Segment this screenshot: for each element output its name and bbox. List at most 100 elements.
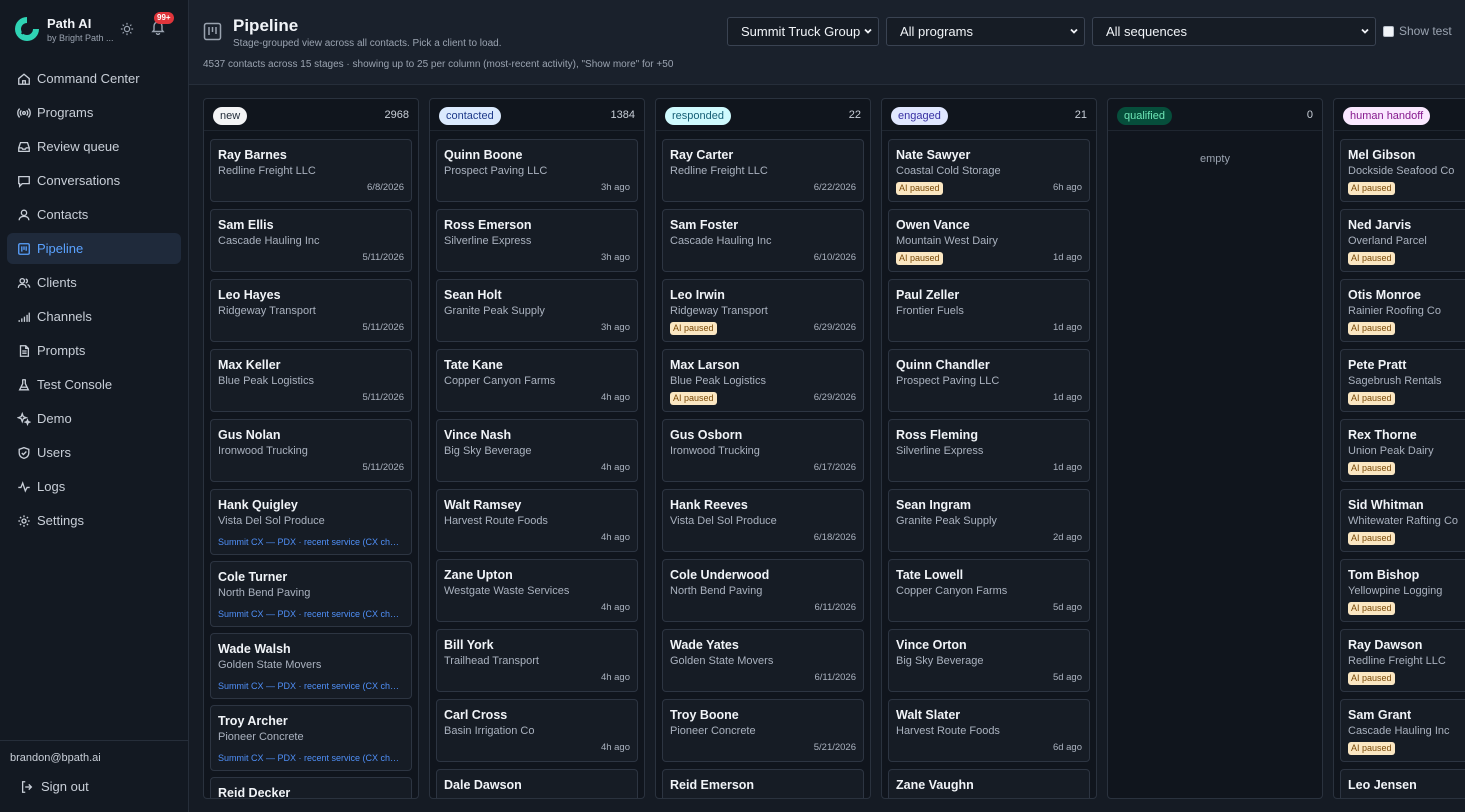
stage-column: contacted 1384 Quinn Boone Prospect Paving … xyxy=(429,98,645,799)
contact-card[interactable]: Walt Ramsey Harvest Route Foods 4h ago xyxy=(436,489,638,552)
sidebar-item-clients[interactable]: Clients xyxy=(7,267,181,298)
sidebar-item-contacts[interactable]: Contacts xyxy=(7,199,181,230)
contact-card[interactable]: Otis Monroe Rainier Roofing Co AI paused xyxy=(1340,279,1465,342)
sidebar-item-logs[interactable]: Logs xyxy=(7,471,181,502)
contact-card[interactable]: Rex Thorne Union Peak Dairy AI paused xyxy=(1340,419,1465,482)
sidebar-item-prompts[interactable]: Prompts xyxy=(7,335,181,366)
sequence-link[interactable]: Summit CX — PDX · recent service (CX che… xyxy=(218,681,404,691)
contact-card[interactable]: Tate Lowell Copper Canyon Farms 5d ago xyxy=(888,559,1090,622)
sidebar-item-command-center[interactable]: Command Center xyxy=(7,63,181,94)
show-test-checkbox[interactable] xyxy=(1383,25,1394,37)
contact-card[interactable]: Tom Bishop Yellowpine Logging AI paused xyxy=(1340,559,1465,622)
theme-toggle-button[interactable] xyxy=(118,20,136,38)
contact-card[interactable]: Hank Quigley Vista Del Sol Produce Summit … xyxy=(210,489,412,555)
contact-card[interactable]: Cole Turner North Bend Paving Summit CX — … xyxy=(210,561,412,627)
contact-card[interactable]: Gus Osborn Ironwood Trucking 6/17/2026 xyxy=(662,419,864,482)
sequence-link[interactable]: Summit CX — PDX · recent service (CX che… xyxy=(218,609,404,619)
last-activity-time: 6/8/2026 xyxy=(367,182,404,193)
contact-card[interactable]: Bill York Trailhead Transport 4h ago xyxy=(436,629,638,692)
contact-card[interactable]: Pete Pratt Sagebrush Rentals AI paused xyxy=(1340,349,1465,412)
contact-name: Tate Lowell xyxy=(896,568,964,582)
contact-card[interactable]: Vince Nash Big Sky Beverage 4h ago xyxy=(436,419,638,482)
sidebar-item-demo[interactable]: Demo xyxy=(7,403,181,434)
contact-card[interactable]: Quinn Boone Prospect Paving LLC 3h ago xyxy=(436,139,638,202)
contact-card[interactable]: Leo Irwin Ridgeway Transport AI paused 6/29… xyxy=(662,279,864,342)
sequence-select-value: All sequences xyxy=(1106,24,1187,39)
contact-card[interactable]: Paul Zeller Frontier Fuels 1d ago xyxy=(888,279,1090,342)
contact-name: Pete Pratt xyxy=(1348,358,1407,372)
contact-card[interactable]: Max Larson Blue Peak Logistics AI paused 6/… xyxy=(662,349,864,412)
sidebar-item-settings[interactable]: Settings xyxy=(7,505,181,536)
contact-card[interactable]: Vince Orton Big Sky Beverage 5d ago xyxy=(888,629,1090,692)
contact-card[interactable]: Zane Vaughn xyxy=(888,769,1090,798)
sidebar-item-programs[interactable]: Programs xyxy=(7,97,181,128)
stage-badge: qualified xyxy=(1117,107,1172,125)
contact-card[interactable]: Wade Yates Golden State Movers 6/11/2026 xyxy=(662,629,864,692)
contact-card[interactable]: Quinn Chandler Prospect Paving LLC 1d ago xyxy=(888,349,1090,412)
inbox-icon xyxy=(17,140,31,154)
stage-column: qualified 0 empty xyxy=(1107,98,1323,799)
sign-out-button[interactable]: Sign out xyxy=(20,779,89,794)
sidebar-item-conversations[interactable]: Conversations xyxy=(7,165,181,196)
contact-card[interactable]: Cole Underwood North Bend Paving 6/11/2026 xyxy=(662,559,864,622)
contact-card[interactable]: Sam Grant Cascade Hauling Inc AI paused xyxy=(1340,699,1465,762)
contact-card[interactable]: Sam Foster Cascade Hauling Inc 6/10/2026 xyxy=(662,209,864,272)
contact-card[interactable]: Hank Reeves Vista Del Sol Produce 6/18/202… xyxy=(662,489,864,552)
contact-card[interactable]: Gus Nolan Ironwood Trucking 5/11/2026 xyxy=(210,419,412,482)
contact-card[interactable]: Ned Jarvis Overland Parcel AI paused xyxy=(1340,209,1465,272)
contact-company: Prospect Paving LLC xyxy=(444,165,548,177)
sidebar: Path AI by Bright Path ... 99+ Command C… xyxy=(0,0,189,812)
contact-card[interactable]: Leo Jensen xyxy=(1340,769,1465,798)
contact-company: Yellowpine Logging xyxy=(1348,585,1443,597)
sequence-link[interactable]: Summit CX — PDX · recent service (CX che… xyxy=(218,537,404,547)
contact-card[interactable]: Troy Boone Pioneer Concrete 5/21/2026 xyxy=(662,699,864,762)
contact-name: Ned Jarvis xyxy=(1348,218,1412,232)
contact-card[interactable]: Ray Carter Redline Freight LLC 6/22/2026 xyxy=(662,139,864,202)
contact-card[interactable]: Ray Barnes Redline Freight LLC 6/8/2026 xyxy=(210,139,412,202)
contact-card[interactable]: Max Keller Blue Peak Logistics 5/11/2026 xyxy=(210,349,412,412)
sidebar-item-channels[interactable]: Channels xyxy=(7,301,181,332)
last-activity-time: 5d ago xyxy=(1052,602,1082,613)
sidebar-item-test-console[interactable]: Test Console xyxy=(7,369,181,400)
brand-name: Path AI xyxy=(47,15,92,31)
contact-card[interactable]: Troy Archer Pioneer Concrete Summit CX — P… xyxy=(210,705,412,771)
last-activity-time: 2d ago xyxy=(1052,532,1082,543)
contact-company: North Bend Paving xyxy=(670,585,763,597)
client-select[interactable]: Summit Truck Group xyxy=(727,17,879,46)
contact-card[interactable]: Sean Holt Granite Peak Supply 3h ago xyxy=(436,279,638,342)
sequence-select[interactable]: All sequences xyxy=(1092,17,1376,46)
sequence-link[interactable]: Summit CX — PDX · recent service (CX che… xyxy=(218,753,404,763)
contact-name: Sean Holt xyxy=(444,288,502,302)
contact-card[interactable]: Sam Ellis Cascade Hauling Inc 5/11/2026 xyxy=(210,209,412,272)
contact-card[interactable]: Sid Whitman Whitewater Rafting Co AI pause… xyxy=(1340,489,1465,552)
user-icon xyxy=(17,208,31,222)
contact-card[interactable]: Tate Kane Copper Canyon Farms 4h ago xyxy=(436,349,638,412)
contact-name: Owen Vance xyxy=(896,218,970,232)
contact-card[interactable]: Ray Dawson Redline Freight LLC AI paused xyxy=(1340,629,1465,692)
contact-card[interactable]: Walt Slater Harvest Route Foods 6d ago xyxy=(888,699,1090,762)
contact-card[interactable]: Sean Ingram Granite Peak Supply 2d ago xyxy=(888,489,1090,552)
show-test-toggle[interactable]: Show test xyxy=(1383,24,1452,38)
program-select[interactable]: All programs xyxy=(886,17,1085,46)
sidebar-item-users[interactable]: Users xyxy=(7,437,181,468)
contact-card[interactable]: Zane Upton Westgate Waste Services 4h ago xyxy=(436,559,638,622)
contact-card[interactable]: Ross Emerson Silverline Express 3h ago xyxy=(436,209,638,272)
contact-name: Wade Yates xyxy=(670,638,739,652)
chat-icon xyxy=(17,174,31,188)
contact-card[interactable]: Reid Decker xyxy=(210,777,412,798)
contact-name: Sean Ingram xyxy=(896,498,972,512)
contact-card[interactable]: Ross Fleming Silverline Express 1d ago xyxy=(888,419,1090,482)
contact-card[interactable]: Carl Cross Basin Irrigation Co 4h ago xyxy=(436,699,638,762)
users-icon xyxy=(17,276,31,290)
contact-card[interactable]: Reid Emerson xyxy=(662,769,864,798)
contact-name: Quinn Chandler xyxy=(896,358,990,372)
contact-card[interactable]: Leo Hayes Ridgeway Transport 5/11/2026 xyxy=(210,279,412,342)
last-activity-time: 5/21/2026 xyxy=(813,742,856,753)
contact-card[interactable]: Wade Walsh Golden State Movers Summit CX —… xyxy=(210,633,412,699)
contact-card[interactable]: Dale Dawson xyxy=(436,769,638,798)
sidebar-item-pipeline[interactable]: Pipeline xyxy=(7,233,181,264)
contact-card[interactable]: Owen Vance Mountain West Dairy AI paused 1d… xyxy=(888,209,1090,272)
contact-card[interactable]: Nate Sawyer Coastal Cold Storage AI paused… xyxy=(888,139,1090,202)
contact-card[interactable]: Mel Gibson Dockside Seafood Co AI paused xyxy=(1340,139,1465,202)
sidebar-item-review-queue[interactable]: Review queue xyxy=(7,131,181,162)
